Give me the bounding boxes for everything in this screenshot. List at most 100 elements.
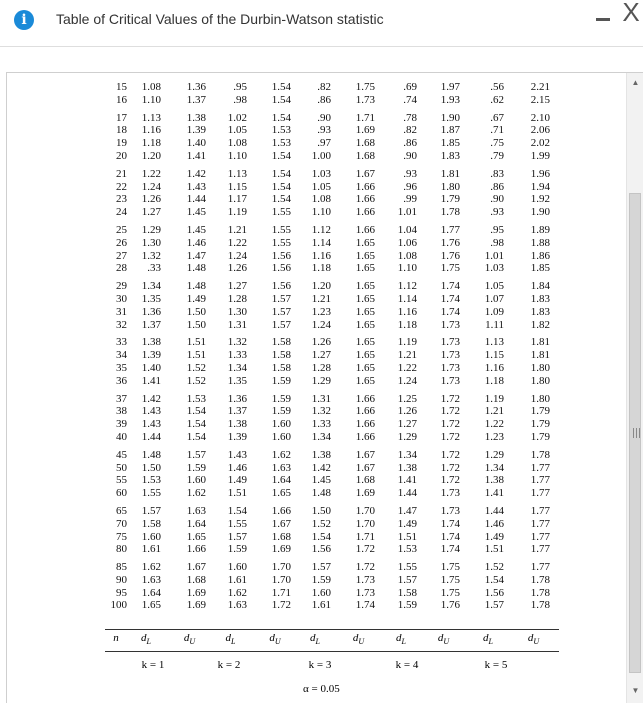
table-row: 40 1.44 1.54 1.39 1.60 1.34 1.66 1.29 1.72 1.23 1.… [105, 431, 559, 444]
value-cell: 1.48 [141, 448, 161, 461]
value-cell: 1.26 [311, 336, 331, 349]
value-cell: 1.15 [484, 349, 504, 362]
row-n-cell: 85 [116, 561, 127, 574]
scroll-down-icon[interactable]: ▼ [627, 683, 643, 699]
column-header: dU [183, 632, 196, 647]
value-cell: .75 [490, 137, 504, 150]
value-cell: 1.13 [227, 167, 247, 180]
value-cell: .95 [233, 81, 247, 93]
minimize-button[interactable] [596, 6, 612, 28]
value-cell: 1.18 [141, 137, 161, 150]
value-cell: 1.57 [397, 573, 417, 586]
table-row: 27 1.32 1.47 1.24 1.56 1.16 1.65 1.08 1.76 1.01 1.… [105, 250, 559, 263]
value-cell: 1.77 [530, 461, 550, 474]
scroll-grip-icon [633, 428, 640, 438]
value-cell: 1.54 [484, 573, 504, 586]
value-cell: 1.23 [311, 305, 331, 318]
value-cell: 1.63 [227, 599, 247, 612]
value-cell: 1.58 [271, 361, 291, 374]
table-row: 70 1.58 1.64 1.55 1.67 1.52 1.70 1.49 1.74 1.46 1.… [105, 518, 559, 531]
row-n-cell: 29 [116, 280, 127, 293]
value-cell: 1.13 [141, 111, 161, 124]
value-cell: .90 [490, 193, 504, 206]
value-cell: 1.56 [271, 280, 291, 293]
value-cell: 1.61 [227, 573, 247, 586]
value-cell: .71 [490, 124, 504, 137]
scroll-up-icon[interactable]: ▲ [627, 75, 643, 91]
value-cell: .90 [403, 149, 417, 162]
value-cell: 1.02 [227, 111, 247, 124]
value-cell: 2.02 [530, 137, 550, 150]
value-cell: 1.35 [141, 292, 161, 305]
value-cell: 1.34 [227, 361, 247, 374]
column-header: dL [310, 632, 320, 647]
value-cell: 1.30 [141, 236, 161, 249]
value-cell: 1.77 [530, 561, 550, 574]
value-cell: 1.34 [141, 280, 161, 293]
table-row: 33 1.38 1.51 1.32 1.58 1.26 1.65 1.19 1.73 1.13 1.… [105, 336, 559, 349]
k-label: k = 4 [395, 659, 419, 671]
value-cell: 1.19 [227, 206, 247, 219]
scroll-thumb[interactable] [629, 193, 641, 673]
column-header: dL [396, 632, 406, 647]
close-button[interactable]: X [620, 0, 642, 25]
value-cell: 1.54 [186, 405, 206, 418]
value-cell: 1.49 [484, 530, 504, 543]
table-row: 36 1.41 1.52 1.35 1.59 1.29 1.65 1.24 1.73 1.18 1.… [105, 375, 559, 388]
table-row: 30 1.35 1.49 1.28 1.57 1.21 1.65 1.14 1.74 1.07 1.… [105, 293, 559, 306]
value-cell: 1.78 [530, 448, 550, 461]
table-row: 18 1.16 1.39 1.05 1.53 .93 1.69 .82 1.87 .71 2.06 [105, 124, 559, 137]
value-cell: 1.66 [355, 418, 375, 431]
value-cell: 1.54 [227, 504, 247, 517]
row-n-cell: 23 [116, 193, 127, 206]
value-cell: 1.51 [484, 543, 504, 556]
column-header: dL [225, 632, 236, 647]
value-cell: 1.73 [440, 487, 460, 500]
value-cell: 1.74 [440, 543, 460, 556]
value-cell: 1.83 [530, 292, 550, 305]
row-group: 45 1.48 1.57 1.43 1.62 1.38 1.67 1.34 1.72 1.29 1.… [105, 449, 559, 500]
value-cell: 1.60 [271, 430, 291, 443]
value-cell: 1.60 [311, 586, 331, 599]
value-cell: 1.90 [440, 111, 460, 124]
value-cell: 1.19 [484, 392, 504, 405]
row-n-cell: 90 [116, 573, 127, 586]
value-cell: 2.21 [530, 81, 550, 93]
table-viewport[interactable]: 15 1.08 1.36.95 1.54.82 1.75.69 1.97.56 2.21 16… [6, 72, 643, 703]
value-cell: 1.54 [271, 149, 291, 162]
value-cell: 1.01 [484, 249, 504, 262]
value-cell: 1.26 [141, 193, 161, 206]
value-cell: 1.36 [141, 305, 161, 318]
row-n-cell: 27 [116, 249, 127, 262]
value-cell: .93 [317, 124, 331, 137]
value-cell: 1.65 [355, 374, 375, 387]
value-cell: 1.90 [530, 206, 550, 219]
table-row: 37 1.42 1.53 1.36 1.59 1.31 1.66 1.25 1.72 1.19 1.… [105, 393, 559, 406]
value-cell: 1.05 [227, 124, 247, 137]
value-cell: 1.52 [484, 561, 504, 574]
value-cell: 1.68 [355, 149, 375, 162]
value-cell: 1.72 [355, 561, 375, 574]
value-cell: .78 [403, 111, 417, 124]
table-row: 95 1.64 1.69 1.62 1.71 1.60 1.73 1.58 1.75 1.56 1.… [105, 587, 559, 600]
table-row: 23 1.26 1.44 1.17 1.54 1.08 1.66 .99 1.79 .90 1.92 [105, 193, 559, 206]
value-cell: 1.28 [227, 292, 247, 305]
vertical-scrollbar[interactable]: ▲ ▼ [626, 73, 643, 703]
value-cell: 1.53 [141, 474, 161, 487]
value-cell: 1.77 [530, 530, 550, 543]
row-n-cell: 18 [116, 124, 127, 137]
value-cell: 1.67 [186, 561, 206, 574]
value-cell: 1.66 [355, 405, 375, 418]
value-cell: 1.66 [355, 392, 375, 405]
value-cell: 1.08 [141, 81, 161, 93]
value-cell: .83 [490, 167, 504, 180]
value-cell: 1.28 [311, 361, 331, 374]
value-cell: 1.78 [530, 599, 550, 612]
value-cell: 1.62 [141, 561, 161, 574]
row-n-cell: 16 [116, 93, 127, 106]
value-cell: 1.62 [271, 448, 291, 461]
value-cell: 1.39 [141, 349, 161, 362]
value-cell: 1.29 [141, 223, 161, 236]
value-cell: 1.71 [271, 586, 291, 599]
value-cell: 1.62 [227, 586, 247, 599]
